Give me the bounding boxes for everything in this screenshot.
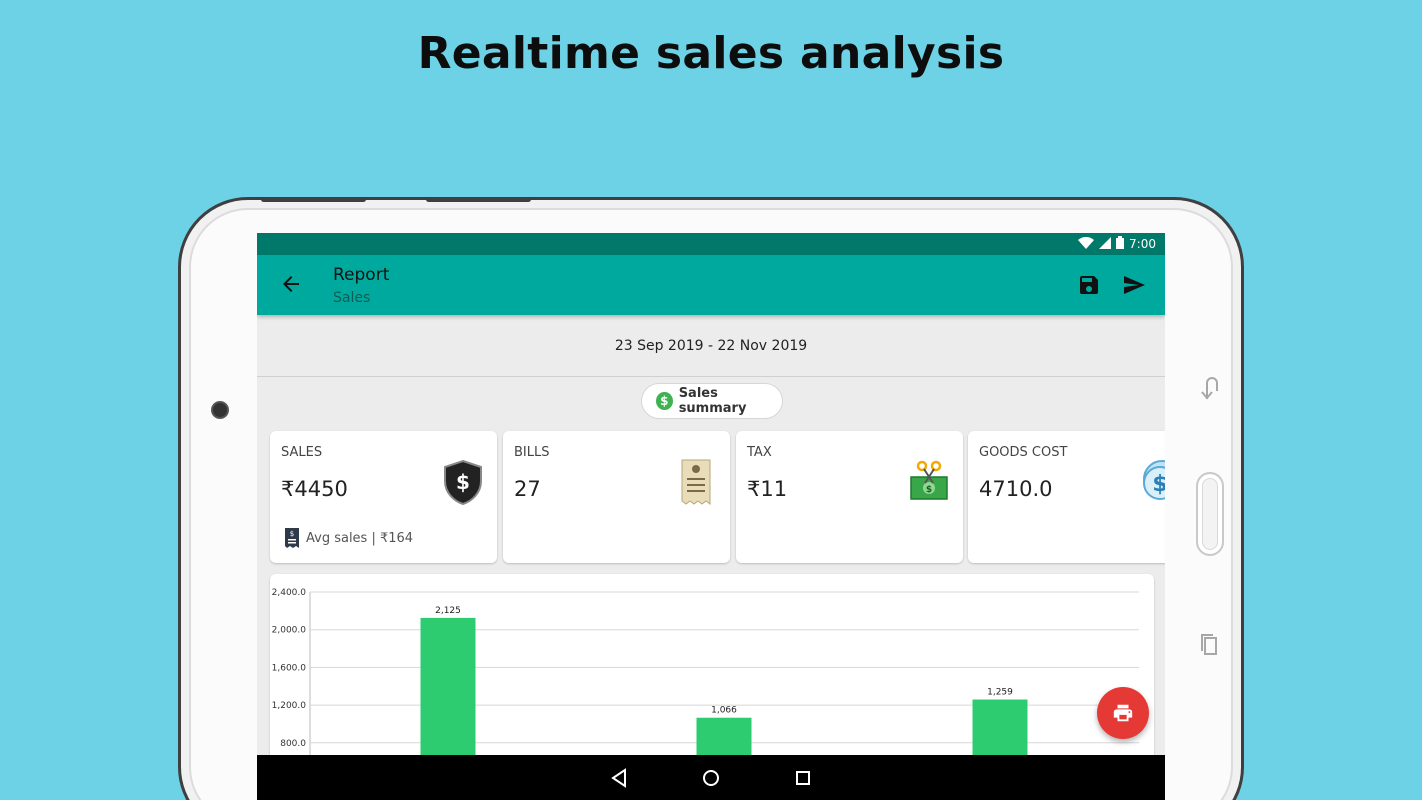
- chip-label: Sales summary: [678, 386, 747, 416]
- tax-card[interactable]: TAX ₹11 $: [736, 431, 963, 563]
- signal-icon: [1099, 236, 1112, 252]
- goods-cost-card[interactable]: GOODS COST 4710.0 $: [968, 431, 1165, 563]
- back-arrow-icon[interactable]: [279, 272, 303, 296]
- date-range[interactable]: 23 Sep 2019 - 22 Nov 2019: [257, 315, 1165, 377]
- send-icon[interactable]: [1122, 273, 1146, 297]
- status-bar: 7:00: [257, 233, 1165, 255]
- y-tick-label: 800.0: [280, 739, 306, 749]
- sales-card[interactable]: SALES ₹4450 $ $ Avg sales | ₹164: [270, 431, 497, 563]
- status-time: 7:00: [1129, 237, 1156, 251]
- nav-home-icon[interactable]: [700, 767, 722, 789]
- tablet-ridge: [426, 197, 531, 202]
- svg-text:$: $: [1152, 472, 1165, 497]
- y-tick-label: 1,600.0: [272, 663, 307, 673]
- bar-value-label: 2,125: [435, 606, 461, 616]
- bar-value-label: 1,066: [711, 706, 737, 716]
- bar-value-label: 1,259: [987, 688, 1013, 698]
- front-camera: [213, 403, 227, 417]
- avg-sales-text: Avg sales | ₹164: [306, 530, 414, 546]
- y-tick-label: 1,200.0: [272, 701, 307, 711]
- cash-scissors-icon: $: [909, 459, 949, 505]
- card-value: ₹11: [747, 477, 788, 501]
- navigation-bar: [257, 755, 1165, 800]
- tablet-ridge: [261, 197, 366, 202]
- headline: Realtime sales analysis: [417, 28, 1005, 79]
- wifi-icon: [1078, 236, 1095, 252]
- svg-text:$: $: [290, 530, 294, 538]
- printer-icon: [1113, 704, 1133, 722]
- battery-icon: [1116, 236, 1125, 252]
- dollar-circle-icon: $: [656, 392, 673, 410]
- avg-sales: $ Avg sales | ₹164: [284, 527, 413, 549]
- nav-recents-icon[interactable]: [792, 767, 814, 789]
- card-label: BILLS: [514, 445, 550, 460]
- card-label: TAX: [747, 445, 772, 460]
- save-icon[interactable]: [1077, 273, 1101, 297]
- device-screen: 7:00 Report Sales 23 Sep 2019 - 22 Nov 2…: [257, 233, 1165, 800]
- print-button[interactable]: [1097, 687, 1149, 739]
- bills-card[interactable]: BILLS 27: [503, 431, 730, 563]
- receipt-dark-icon: $: [285, 528, 299, 548]
- hw-home-button: [1196, 472, 1224, 556]
- receipt-icon: [676, 459, 716, 505]
- nav-back-icon[interactable]: [608, 767, 630, 789]
- app-bar: Report Sales: [257, 255, 1165, 315]
- svg-text:$: $: [456, 470, 470, 494]
- card-value: ₹4450: [281, 477, 348, 501]
- card-value: 4710.0: [979, 477, 1053, 501]
- hw-back-icon: [1199, 375, 1221, 406]
- hw-recents-icon: [1199, 632, 1221, 663]
- y-tick-label: 2,400.0: [272, 588, 307, 598]
- app-bar-title: Report: [333, 265, 390, 285]
- card-label: SALES: [281, 445, 323, 460]
- y-tick-label: 2,000.0: [272, 626, 307, 636]
- card-label: GOODS COST: [979, 445, 1068, 460]
- coin-dollar-icon: $: [1138, 459, 1165, 505]
- svg-text:$: $: [926, 485, 932, 495]
- sales-summary-chip[interactable]: $ Sales summary: [641, 383, 783, 419]
- shield-dollar-icon: $: [443, 459, 483, 506]
- app-bar-subtitle: Sales: [333, 290, 371, 306]
- card-value: 27: [514, 477, 541, 501]
